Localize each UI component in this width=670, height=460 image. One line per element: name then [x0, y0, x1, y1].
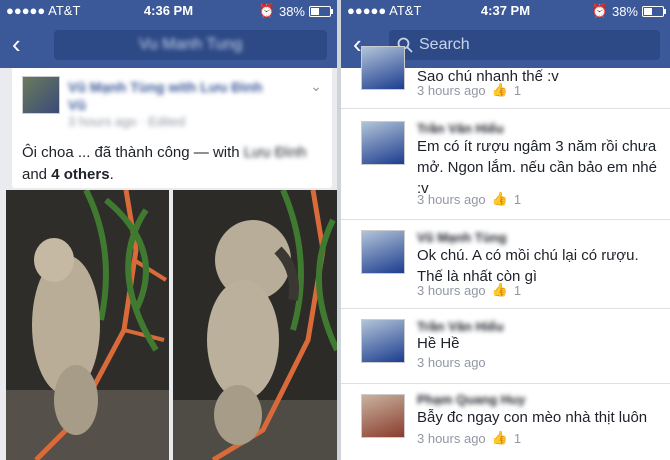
post-meta: 3 hours ago · Edited — [68, 114, 186, 129]
like-count[interactable]: 1 — [514, 192, 521, 207]
search-placeholder: Search — [419, 36, 470, 53]
more-chevron-icon[interactable]: ⌄ — [310, 78, 322, 95]
comment-time: 3 hours ago — [417, 82, 486, 98]
post-text: Ôi choa ... đã thành công — with Lưu Đìn… — [22, 144, 307, 183]
comment-meta: 3 hours ago 👍 1 — [417, 430, 521, 446]
commenter-name[interactable]: Trần Văn Hiếu — [417, 319, 504, 334]
comment-item: Phạm Quang Huy Bẫy đc ngay con mèo nhà t… — [341, 384, 670, 460]
commenter-avatar[interactable] — [361, 46, 405, 90]
alarm-icon: ⏰ — [258, 3, 275, 18]
status-bar: ●●●●● AT&T 4:37 PM ⏰ 38% — [341, 0, 670, 22]
comment-time: 3 hours ago — [417, 430, 486, 446]
battery-icon — [309, 5, 333, 17]
post-photo-2[interactable] — [173, 190, 337, 460]
back-chevron-icon[interactable]: ‹ — [12, 31, 38, 57]
commenter-avatar[interactable] — [361, 394, 405, 438]
comment-meta: 3 hours ago — [417, 355, 486, 370]
commenter-avatar[interactable] — [361, 230, 405, 274]
like-thumb-icon[interactable]: 👍 — [492, 191, 508, 207]
post-photos — [6, 190, 337, 460]
like-thumb-icon[interactable]: 👍 — [492, 282, 508, 298]
alarm-icon: ⏰ — [591, 3, 608, 18]
status-right: ⏰ 38% — [258, 3, 333, 19]
profile-title-bar[interactable]: Vu Manh Tung — [54, 30, 327, 60]
tagged-friend[interactable]: Lưu Đình — [244, 144, 307, 161]
like-thumb-icon[interactable]: 👍 — [492, 82, 508, 98]
battery-percent: 38% — [611, 3, 638, 19]
like-thumb-icon[interactable]: 👍 — [492, 430, 508, 446]
others-link[interactable]: 4 others — [51, 166, 109, 183]
post-photo-1[interactable] — [6, 190, 169, 460]
like-count[interactable]: 1 — [514, 83, 521, 98]
comment-time: 3 hours ago — [417, 191, 486, 207]
post-author-name[interactable]: Vũ Mạnh Tùng with Lưu Đình Vũ — [68, 78, 278, 114]
commenter-name[interactable]: Trần Văn Hiếu — [417, 121, 504, 136]
comments-screen: ●●●●● AT&T 4:37 PM ⏰ 38% ‹ Search Sao ch… — [341, 0, 670, 460]
comment-item: Sao chú nhanh thế :v 3 hours ago 👍 1 — [341, 46, 670, 109]
battery-icon — [642, 5, 666, 17]
comment-item: Vũ Mạnh Tùng Ok chú. A có mồi chú lại có… — [341, 220, 670, 309]
commenter-avatar[interactable] — [361, 319, 405, 363]
comment-meta: 3 hours ago 👍 1 — [417, 82, 521, 98]
comment-text: Ok chú. A có mồi chú lại có rượu. Thế là… — [417, 247, 639, 285]
post-card: Vũ Mạnh Tùng with Lưu Đình Vũ 3 hours ag… — [12, 68, 332, 188]
comment-text: Bẫy đc ngay con mèo nhà thịt luôn — [417, 409, 648, 426]
comment-meta: 3 hours ago 👍 1 — [417, 282, 521, 298]
battery-percent: 38% — [278, 3, 305, 19]
comment-text: Em có ít rượu ngâm 3 năm rồi chưa mở. Ng… — [417, 138, 657, 197]
comment-time: 3 hours ago — [417, 355, 486, 370]
commenter-avatar[interactable] — [361, 121, 405, 165]
nav-title: Vu Manh Tung — [138, 36, 243, 53]
post-screen: ●●●●● AT&T 4:36 PM ⏰ 38% ‹ Vu Manh Tung … — [0, 0, 337, 460]
comment-item: Trần Văn Hiếu Em có ít rượu ngâm 3 năm r… — [341, 109, 670, 220]
post-author-avatar[interactable] — [22, 76, 60, 114]
comment-meta: 3 hours ago 👍 1 — [417, 191, 521, 207]
comment-time: 3 hours ago — [417, 282, 486, 298]
status-bar: ●●●●● AT&T 4:36 PM ⏰ 38% — [0, 0, 337, 22]
comment-text: Hề Hề — [417, 335, 460, 352]
status-right: ⏰ 38% — [591, 3, 666, 19]
like-count[interactable]: 1 — [514, 431, 521, 446]
nav-bar: ‹ Vu Manh Tung — [0, 22, 337, 68]
commenter-name[interactable]: Phạm Quang Huy — [417, 392, 525, 407]
comment-item: Trần Văn Hiếu Hề Hề 3 hours ago — [341, 309, 670, 384]
search-input[interactable]: Search — [389, 30, 660, 60]
commenter-name[interactable]: Vũ Mạnh Tùng — [417, 230, 507, 245]
like-count[interactable]: 1 — [514, 283, 521, 298]
